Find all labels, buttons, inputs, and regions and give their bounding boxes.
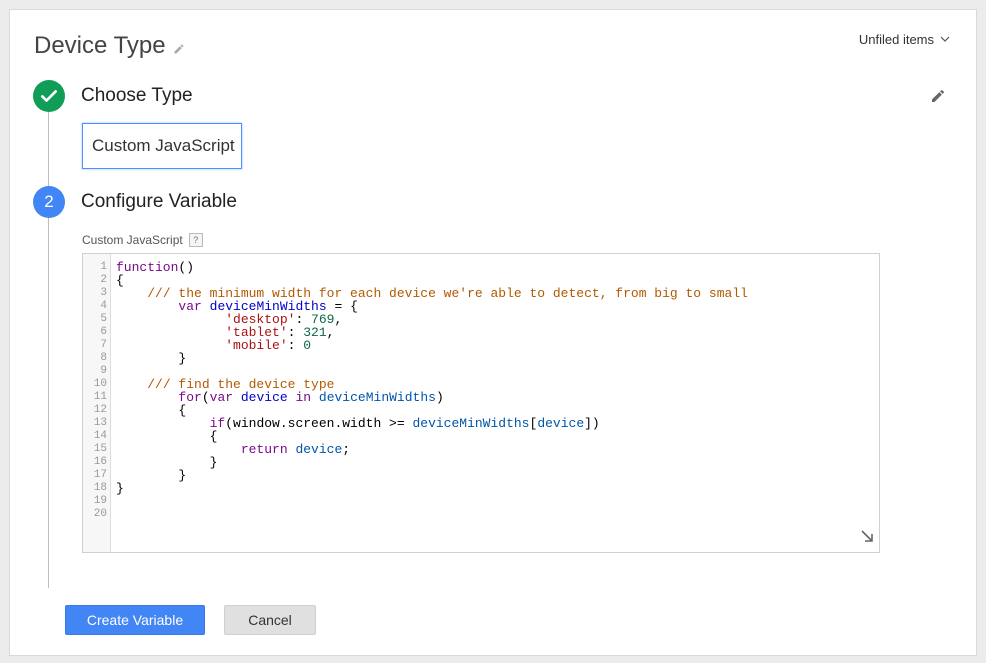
line-number: 2 (100, 274, 107, 286)
field-label-row: Custom JavaScript ? (82, 233, 203, 247)
line-number: 11 (93, 391, 107, 403)
pencil-icon (932, 89, 945, 102)
line-number: 9 (100, 365, 107, 377)
title-row: Device Type (34, 32, 185, 60)
line-number: 12 (93, 404, 107, 416)
line-number: 19 (93, 495, 107, 507)
help-icon[interactable]: ? (188, 233, 203, 247)
variable-editor-panel: Device Type Unfiled items Choose Type Cu… (9, 9, 977, 656)
chevron-down-icon (940, 36, 950, 42)
line-number: 6 (100, 326, 107, 338)
line-number: 13 (93, 417, 107, 429)
line-number: 3 (100, 287, 107, 299)
line-number: 14 (93, 430, 107, 442)
line-number: 8 (100, 352, 107, 364)
line-number: 1 (100, 261, 107, 273)
code-text: function() (116, 260, 195, 275)
line-number: 16 (93, 456, 107, 468)
step-title-configure-variable: Configure Variable (81, 191, 237, 212)
cancel-button[interactable]: Cancel (224, 605, 316, 635)
line-number: 20 (93, 508, 107, 520)
step-title-choose-type: Choose Type (81, 85, 193, 106)
step-complete-badge (33, 80, 65, 112)
line-number: 15 (93, 443, 107, 455)
line-number: 4 (100, 300, 107, 312)
folder-dropdown[interactable]: Unfiled items (859, 32, 950, 47)
custom-js-label: Custom JavaScript (82, 233, 183, 247)
line-number: 7 (100, 339, 107, 351)
line-number: 10 (93, 378, 107, 390)
code-text: } (116, 351, 187, 366)
code-editor[interactable]: 1 function() 2{3 /// the minimum width for… (82, 253, 880, 553)
check-icon (41, 90, 58, 102)
folder-label: Unfiled items (858, 32, 934, 47)
variable-type-selector[interactable]: Custom JavaScript (82, 123, 242, 169)
page-title[interactable]: Device Type (34, 32, 166, 60)
step-connector-line (48, 110, 49, 588)
edit-step-button[interactable] (930, 88, 946, 109)
line-number: 18 (93, 482, 107, 494)
pencil-icon[interactable] (173, 42, 185, 54)
line-number: 17 (93, 469, 107, 481)
create-variable-button[interactable]: Create Variable (65, 605, 205, 635)
code-text: } (116, 468, 187, 483)
line-number: 5 (100, 313, 107, 325)
resize-arrow-icon[interactable] (861, 530, 873, 546)
step-number-badge: 2 (33, 186, 65, 218)
code-text: } (116, 481, 124, 496)
